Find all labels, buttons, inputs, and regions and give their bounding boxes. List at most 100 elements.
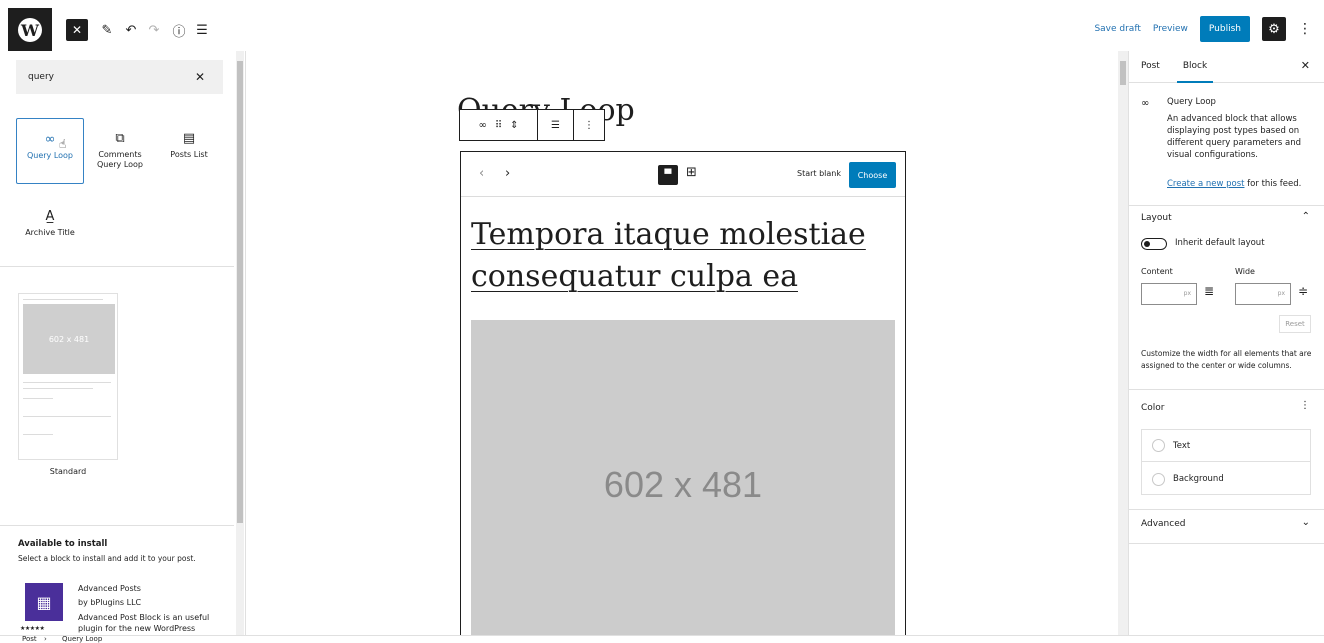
block-label: Archive Title	[25, 228, 75, 237]
divider	[1129, 543, 1324, 544]
block-inserter-panel: query ✕ ∞ ☝ Query Loop ⧉ Comments Query …	[0, 51, 246, 635]
top-right-actions: Save draft Preview Publish ⚙ ⋮	[1094, 16, 1312, 42]
posts-list-icon: ▤	[182, 131, 196, 146]
pattern-line	[23, 388, 93, 389]
search-input[interactable]: query ✕	[16, 60, 223, 94]
plugin-rating-stars: ★★★★★	[20, 625, 45, 632]
breadcrumb-post[interactable]: Post	[22, 636, 37, 643]
list-view-icon[interactable]: ☰	[193, 19, 211, 41]
sidebar-scrollbar[interactable]	[1118, 51, 1128, 635]
create-new-post-link[interactable]: Create a new post	[1167, 179, 1244, 189]
chevron-right-icon: ›	[44, 635, 47, 643]
block-card-description: An advanced block that allows displaying…	[1167, 114, 1302, 160]
divider	[0, 525, 234, 526]
pattern-preview-standard[interactable]: 602 x 481	[18, 293, 118, 460]
settings-sidebar: Post Block ✕ ∞ Query Loop An advanced bl…	[1128, 51, 1324, 635]
tab-block[interactable]: Block	[1177, 51, 1213, 83]
kebab-icon[interactable]: ⋮	[1300, 400, 1310, 411]
content-width-label: Content	[1141, 267, 1173, 276]
next-pattern-icon[interactable]: ›	[505, 166, 510, 181]
query-loop-icon[interactable]: ∞	[478, 120, 486, 131]
color-item-label: Text	[1173, 440, 1191, 451]
divider	[0, 266, 234, 267]
query-loop-icon: ∞	[44, 132, 56, 147]
previous-pattern-icon[interactable]: ‹	[479, 166, 484, 181]
block-label: Query Loop	[26, 151, 74, 160]
search-value: query	[28, 72, 54, 82]
align-icon[interactable]: ☰	[538, 110, 574, 140]
available-to-install-heading: Available to install	[18, 539, 108, 549]
query-loop-icon: ∞	[1141, 98, 1150, 109]
chevron-down-icon[interactable]: ⌄	[1302, 517, 1310, 528]
move-arrows-icon[interactable]: ⇕	[510, 120, 518, 131]
block-posts-list[interactable]: ▤ Posts List	[155, 118, 223, 184]
pattern-label: Standard	[49, 467, 87, 476]
color-item-label: Background	[1173, 474, 1224, 484]
wide-width-input[interactable]: px	[1235, 283, 1291, 305]
plugin-name[interactable]: Advanced Posts	[78, 584, 141, 593]
block-comments-query-loop[interactable]: ⧉ Comments Query Loop	[86, 118, 154, 184]
plugin-author: by bPlugins LLC	[78, 598, 142, 607]
start-blank-button[interactable]: Start blank	[797, 169, 841, 178]
undo-icon[interactable]: ↶	[122, 19, 140, 41]
info-icon[interactable]: ⓘ	[170, 19, 188, 41]
plugin-icon[interactable]: ▦	[25, 583, 63, 621]
query-loop-block[interactable]: ‹ › ▀ ⊞ Start blank Choose Tempora itaqu…	[460, 151, 906, 641]
available-to-install-desc: Select a block to install and add it to …	[18, 554, 196, 563]
block-card-title: Query Loop	[1167, 97, 1216, 107]
pencil-icon[interactable]: ✎	[98, 19, 116, 41]
clear-search-icon[interactable]: ✕	[195, 70, 205, 84]
editor-canvas: Query Loop ∞ ⠿ ⇕ ☰ ⋮ ‹ › ▀ ⊞ Start blank…	[246, 51, 1128, 641]
post-title-link[interactable]: Tempora itaque molestiae consequatur cul…	[471, 214, 891, 298]
choose-button[interactable]: Choose	[849, 162, 896, 188]
toolbar-group: ∞ ⠿ ⇕	[460, 110, 538, 140]
pattern-line	[23, 398, 53, 399]
pattern-line	[23, 434, 53, 435]
grid-view-icon[interactable]: ⊞	[686, 165, 697, 180]
close-icon[interactable]: ✕	[1301, 59, 1310, 72]
color-item-text[interactable]: Text	[1142, 430, 1310, 462]
content-width-input[interactable]: px	[1141, 283, 1197, 305]
scrollbar-thumb[interactable]	[1120, 61, 1126, 85]
create-post-text: Create a new post for this feed.	[1167, 179, 1301, 189]
wide-width-label: Wide	[1235, 267, 1255, 276]
color-swatch	[1152, 472, 1165, 486]
publish-button[interactable]: Publish	[1199, 16, 1250, 42]
kebab-icon[interactable]: ⋮	[1298, 21, 1312, 37]
more-options-icon[interactable]: ⋮	[574, 110, 604, 140]
block-label: Posts List	[170, 150, 208, 159]
block-label: Comments Query Loop	[96, 150, 144, 169]
inherit-layout-toggle[interactable]	[1141, 238, 1167, 250]
carousel-view-icon[interactable]: ▀	[658, 165, 678, 185]
block-archive-title[interactable]: A̲ Archive Title	[16, 196, 84, 262]
block-toolbar: ∞ ⠿ ⇕ ☰ ⋮	[459, 109, 605, 141]
tab-post[interactable]: Post	[1141, 51, 1160, 83]
color-settings-list: Text Background	[1141, 429, 1311, 495]
block-query-loop[interactable]: ∞ ☝ Query Loop	[16, 118, 84, 184]
color-item-background[interactable]: Background	[1142, 463, 1310, 495]
inherit-layout-label: Inherit default layout	[1175, 238, 1265, 248]
hand-cursor-icon: ☝	[59, 137, 67, 151]
redo-icon[interactable]: ↷	[145, 19, 163, 41]
scrollbar-thumb[interactable]	[237, 61, 243, 523]
gear-icon[interactable]: ⚙	[1262, 17, 1286, 41]
layout-panel-title[interactable]: Layout	[1141, 213, 1172, 223]
reset-button[interactable]: Reset	[1279, 315, 1311, 333]
divider	[1129, 509, 1324, 510]
advanced-panel-title[interactable]: Advanced	[1141, 519, 1185, 529]
wordpress-logo-button[interactable]: W	[8, 8, 52, 52]
pattern-line	[23, 382, 111, 383]
close-inserter-button[interactable]: ✕	[66, 19, 88, 41]
query-loop-setup-bar: ‹ › ▀ ⊞ Start blank Choose	[461, 152, 905, 197]
color-panel-title[interactable]: Color	[1141, 403, 1165, 413]
save-draft-button[interactable]: Save draft	[1094, 24, 1140, 34]
preview-button[interactable]: Preview	[1153, 24, 1188, 34]
pattern-line	[23, 416, 111, 417]
sidebar-tabs: Post Block ✕	[1129, 51, 1324, 83]
pattern-image-placeholder: 602 x 481	[23, 304, 115, 374]
chevron-up-icon[interactable]: ⌃	[1302, 211, 1310, 222]
pattern-line	[23, 299, 103, 300]
drag-handle-icon[interactable]: ⠿	[495, 120, 502, 131]
inserter-scrollbar[interactable]	[236, 51, 244, 635]
breadcrumb-query-loop[interactable]: Query Loop	[62, 636, 102, 643]
